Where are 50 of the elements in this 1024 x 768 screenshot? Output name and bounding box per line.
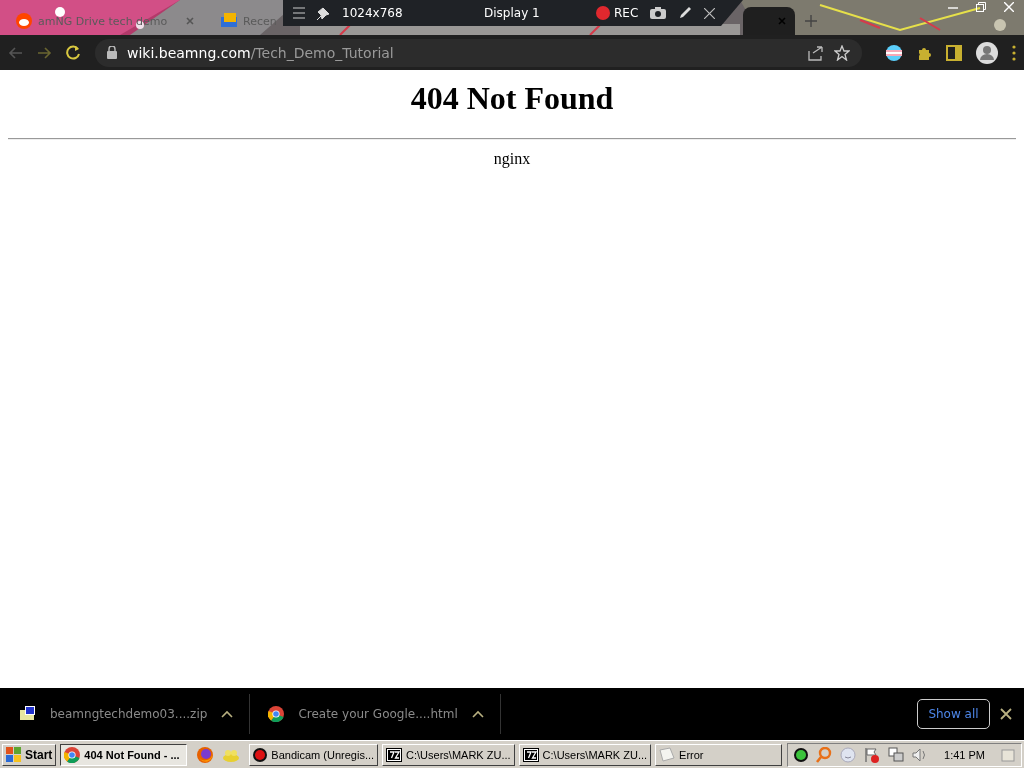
- download-item[interactable]: Create your Google....html: [250, 694, 501, 734]
- reload-icon[interactable]: [66, 45, 81, 60]
- lock-icon: [107, 46, 117, 59]
- caret-up-icon[interactable]: [471, 709, 484, 719]
- flag-icon[interactable]: [864, 746, 881, 763]
- resolution-label: 1024x768: [342, 6, 404, 20]
- caret-up-icon[interactable]: [221, 709, 234, 719]
- windows-logo-icon: [6, 747, 21, 762]
- restore-icon[interactable]: [976, 2, 986, 12]
- archive-icon: [522, 747, 539, 762]
- taskbar-button[interactable]: C:\Users\MARK ZU...: [518, 743, 652, 766]
- chrome-icon: [64, 746, 81, 763]
- page-icon: [659, 746, 676, 763]
- more-icon[interactable]: [1012, 44, 1016, 61]
- show-all-button[interactable]: Show all: [917, 699, 990, 729]
- pin-icon[interactable]: [317, 6, 330, 20]
- start-button[interactable]: Start: [2, 743, 57, 766]
- taskbar-button[interactable]: C:\Users\MARK ZU...: [382, 743, 515, 766]
- download-item[interactable]: beamngtechdemo03....zip: [2, 694, 251, 734]
- archive-icon: [386, 747, 403, 762]
- page-heading: 404 Not Found: [410, 80, 614, 117]
- menu-icon[interactable]: [293, 7, 305, 19]
- network-icon[interactable]: [888, 746, 905, 763]
- close-icon[interactable]: [704, 7, 716, 19]
- share-icon[interactable]: [808, 44, 824, 61]
- avatar-icon[interactable]: [976, 41, 998, 64]
- star-icon[interactable]: [834, 44, 850, 61]
- url-text: wiki.beamng.com/Tech_Demo_Tutorial: [127, 44, 394, 61]
- record-icon: [253, 747, 268, 762]
- camera-icon[interactable]: [650, 6, 667, 20]
- clock: 1:41 PM: [944, 748, 985, 761]
- display-label: Display 1: [484, 6, 541, 20]
- taskbar-button[interactable]: 404 Not Found - ...: [60, 743, 188, 766]
- alien-icon: [16, 13, 32, 29]
- chrome-icon: [268, 706, 285, 722]
- address-bar[interactable]: wiki.beamng.com/Tech_Demo_Tutorial: [95, 38, 862, 67]
- archive-icon: [20, 706, 36, 722]
- folder-icon: [221, 13, 237, 29]
- fox-globe-icon[interactable]: [197, 746, 214, 763]
- taskbar-button[interactable]: Error: [655, 743, 783, 766]
- record-icon: [596, 6, 610, 20]
- taskbar-button[interactable]: Bandicam (Unregis...: [249, 743, 379, 766]
- status-light-icon[interactable]: [794, 747, 809, 762]
- server-name: nginx: [493, 150, 531, 168]
- close-icon[interactable]: [1000, 708, 1012, 720]
- forward-arrow-icon[interactable]: [37, 45, 52, 60]
- record-button[interactable]: REC: [596, 6, 639, 20]
- sidebar-icon[interactable]: [946, 44, 962, 61]
- pencil-icon[interactable]: [678, 6, 693, 20]
- striped-circle-icon[interactable]: [886, 44, 902, 61]
